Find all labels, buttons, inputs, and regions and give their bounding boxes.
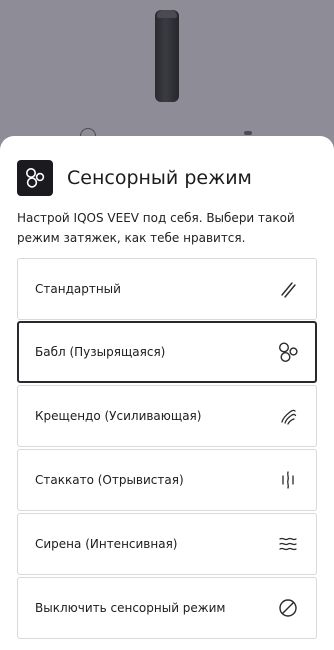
- prohibited-icon: [276, 596, 300, 620]
- option-label: Выключить сенсорный режим: [35, 601, 226, 615]
- option-standard[interactable]: Стандартный: [17, 258, 317, 320]
- bubbles-icon: [17, 160, 53, 196]
- option-bubble[interactable]: Бабл (Пузырящаяся): [17, 321, 317, 383]
- wavy-lines-icon: [276, 532, 300, 556]
- option-label: Крещендо (Усиливающая): [35, 409, 202, 423]
- option-label: Стаккато (Отрывистая): [35, 473, 184, 487]
- device-tip: [157, 10, 177, 18]
- background-tab-icon: [244, 131, 252, 135]
- option-disable-touch-mode[interactable]: Выключить сенсорный режим: [17, 577, 317, 639]
- option-label: Бабл (Пузырящаяся): [35, 345, 166, 359]
- touch-mode-sheet: Сенсорный режим Настрой IQOS VEEV под се…: [0, 136, 334, 650]
- bubbles-icon: [276, 340, 300, 364]
- option-label: Сирена (Интенсивная): [35, 537, 178, 551]
- double-slash-icon: [276, 277, 300, 301]
- option-staccato[interactable]: Стаккато (Отрывистая): [17, 449, 317, 511]
- sheet-description: Настрой IQOS VEEV под себя. Выбери такой…: [17, 211, 295, 245]
- device-image: [155, 10, 179, 102]
- sheet-title: Сенсорный режим: [67, 167, 252, 189]
- sheet-header: Сенсорный режим: [17, 159, 252, 197]
- option-siren[interactable]: Сирена (Интенсивная): [17, 513, 317, 575]
- option-crescendo[interactable]: Крещендо (Усиливающая): [17, 385, 317, 447]
- staccato-lines-icon: [276, 468, 300, 492]
- crescendo-waves-icon: [276, 404, 300, 428]
- option-label: Стандартный: [35, 282, 121, 296]
